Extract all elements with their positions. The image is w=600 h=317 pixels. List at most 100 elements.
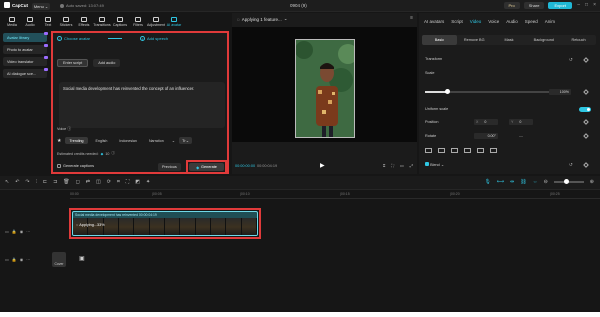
menu-button[interactable]: Menu ⌄ [32, 2, 50, 10]
toolbar-transitions[interactable]: Transitions [93, 13, 111, 30]
undo-icon[interactable]: ↶ [15, 179, 19, 185]
preview-canvas[interactable] [232, 27, 417, 142]
rotate-field[interactable]: 0.00° [474, 133, 498, 139]
zoom-in-icon[interactable]: ⊕ [590, 179, 594, 185]
generate-button[interactable]: ◆ Generate [189, 163, 224, 171]
rotate-icon[interactable]: ⟳ [107, 179, 111, 185]
chevron-down-icon[interactable]: ⌄ [172, 138, 175, 143]
generate-captions-option[interactable]: Generate captions [57, 164, 94, 168]
chevron-down-icon[interactable]: ⌄ [284, 16, 288, 22]
toolbar-media[interactable]: Media [3, 13, 21, 30]
tab-audio[interactable]: Audio [506, 19, 518, 24]
snap-icon[interactable]: ⇹ [510, 179, 514, 185]
minimize-icon[interactable]: – [577, 2, 580, 8]
fit-icon[interactable]: ⌗ [383, 163, 385, 168]
split-right-icon[interactable]: ⊐ [53, 179, 57, 185]
export-button[interactable]: Export [548, 2, 572, 9]
tab-ai-avatars[interactable]: AI avatars [424, 19, 444, 24]
subtab-retouch[interactable]: Retouch [561, 35, 596, 45]
split-icon[interactable]: ⫶ [36, 179, 37, 185]
transform-section[interactable]: Transform [425, 57, 442, 61]
align-left-icon[interactable] [425, 148, 432, 153]
keyframe-icon[interactable] [583, 119, 589, 125]
toolbar-filters[interactable]: Filters [129, 13, 147, 30]
eye-icon[interactable]: ◉ [20, 229, 24, 234]
align-center-v-icon[interactable] [477, 148, 484, 153]
lock-icon[interactable]: 🔒 [12, 257, 17, 262]
split-left-icon[interactable]: ⊏ [43, 179, 47, 185]
toolbar-text[interactable]: Text [39, 13, 57, 30]
position-y-field[interactable]: Y0 [509, 119, 533, 125]
play-icon[interactable]: ▶ [320, 162, 325, 169]
avatar-video-clip[interactable]: Social media development has reinvented … [72, 211, 258, 236]
previous-button[interactable]: Previous [158, 163, 181, 171]
align-right-icon[interactable] [451, 148, 458, 153]
nav-photo-to-avatar[interactable]: Photo to avatar [3, 44, 48, 54]
subtab-background[interactable]: Background [526, 35, 561, 45]
cover-button[interactable]: Cover [52, 252, 66, 267]
more-icon[interactable]: ⋯ [26, 257, 30, 262]
scale-value-field[interactable]: 100% [549, 89, 571, 95]
blend-section[interactable]: Blend ⌄ [425, 162, 444, 167]
step-choose-avatar[interactable]: ✓ Choose avatar [57, 36, 90, 42]
tab-voice[interactable]: Voice [488, 19, 499, 24]
toolbar-adjustment[interactable]: Adjustment [147, 13, 165, 30]
toolbar-stickers[interactable]: Stickers [57, 13, 75, 30]
subtab-mask[interactable]: Mask [492, 35, 527, 45]
remove-bg-icon[interactable]: ◩ [135, 179, 140, 185]
align-center-h-icon[interactable] [438, 148, 445, 153]
main-track-link-icon[interactable]: ⟷ [497, 179, 504, 185]
tab-enter-script[interactable]: Enter script [57, 59, 89, 67]
voice-chip-indonesian[interactable]: Indonesian [115, 137, 141, 144]
step-add-speech[interactable]: 2 Add speech [140, 36, 168, 42]
crop-icon[interactable]: ⌗ [117, 179, 120, 185]
microphone-icon[interactable]: 🎙 [485, 179, 491, 185]
reset-icon[interactable]: ↺ [569, 57, 573, 63]
tab-script[interactable]: Script [451, 19, 463, 24]
tab-video[interactable]: Video [470, 19, 481, 24]
lock-icon[interactable]: 🔒 [12, 229, 17, 234]
voice-chip-narration[interactable]: Narration [145, 137, 168, 144]
menu-icon[interactable]: ≡ [410, 15, 413, 21]
tab-speed[interactable]: Speed [525, 19, 538, 24]
nav-avatar-library[interactable]: Avatar library [3, 32, 48, 42]
toolbar-ai-avatar[interactable]: AI avatar [165, 13, 183, 30]
tab-animation[interactable]: Anim [545, 19, 555, 24]
close-icon[interactable]: × [593, 2, 596, 8]
maximize-icon[interactable]: □ [585, 2, 588, 8]
voice-selector[interactable]: Tr ⌄ [179, 137, 193, 144]
nav-video-translator[interactable]: Video translator [3, 56, 48, 66]
keyframe-icon[interactable] [583, 89, 589, 95]
mirror-icon[interactable]: ◫ [96, 179, 101, 185]
position-x-field[interactable]: X0 [474, 119, 498, 125]
favorite-star-icon[interactable]: ★ [57, 138, 61, 144]
zoom-slider[interactable] [553, 179, 584, 184]
voice-chip-trending[interactable]: Trending [65, 137, 88, 144]
toolbar-captions[interactable]: Captions [111, 13, 129, 30]
reset-icon[interactable]: ↺ [569, 162, 573, 168]
keyframe-icon[interactable] [583, 57, 589, 63]
avatar-video-frame[interactable] [295, 39, 355, 138]
pro-button[interactable]: Pro [503, 2, 520, 9]
redo-icon[interactable]: ↷ [25, 179, 29, 185]
eye-icon[interactable]: ◉ [20, 257, 24, 262]
preview-axis-icon[interactable]: ⇔ [533, 179, 538, 185]
nav-ai-dialogue[interactable]: AI dialogue sce... [3, 68, 48, 78]
toolbar-audio[interactable]: Audio [21, 13, 39, 30]
generate-captions-checkbox[interactable] [57, 164, 61, 168]
scale-slider[interactable] [425, 89, 555, 94]
uniform-scale-toggle[interactable] [579, 107, 591, 112]
reverse-icon[interactable]: ⇄ [86, 179, 90, 185]
link-icon[interactable]: ⛓ [520, 179, 526, 185]
freeze-icon[interactable]: ◻ [76, 179, 80, 185]
delete-icon[interactable]: 🗑 [63, 179, 69, 185]
keyframe-icon[interactable] [583, 133, 589, 139]
tab-add-audio[interactable]: Add audio [93, 59, 121, 67]
effects-icon[interactable]: ✦ [146, 179, 150, 185]
voice-chip-english[interactable]: English [92, 137, 112, 144]
script-textarea[interactable]: Social media development has reinvented … [59, 82, 225, 128]
zoom-out-icon[interactable]: ⊖ [544, 179, 548, 185]
subtab-basic[interactable]: Basic [422, 35, 457, 45]
subtab-remove-bg[interactable]: Remove BG [457, 35, 492, 45]
auto-reframe-icon[interactable]: ⛶ [126, 179, 130, 185]
